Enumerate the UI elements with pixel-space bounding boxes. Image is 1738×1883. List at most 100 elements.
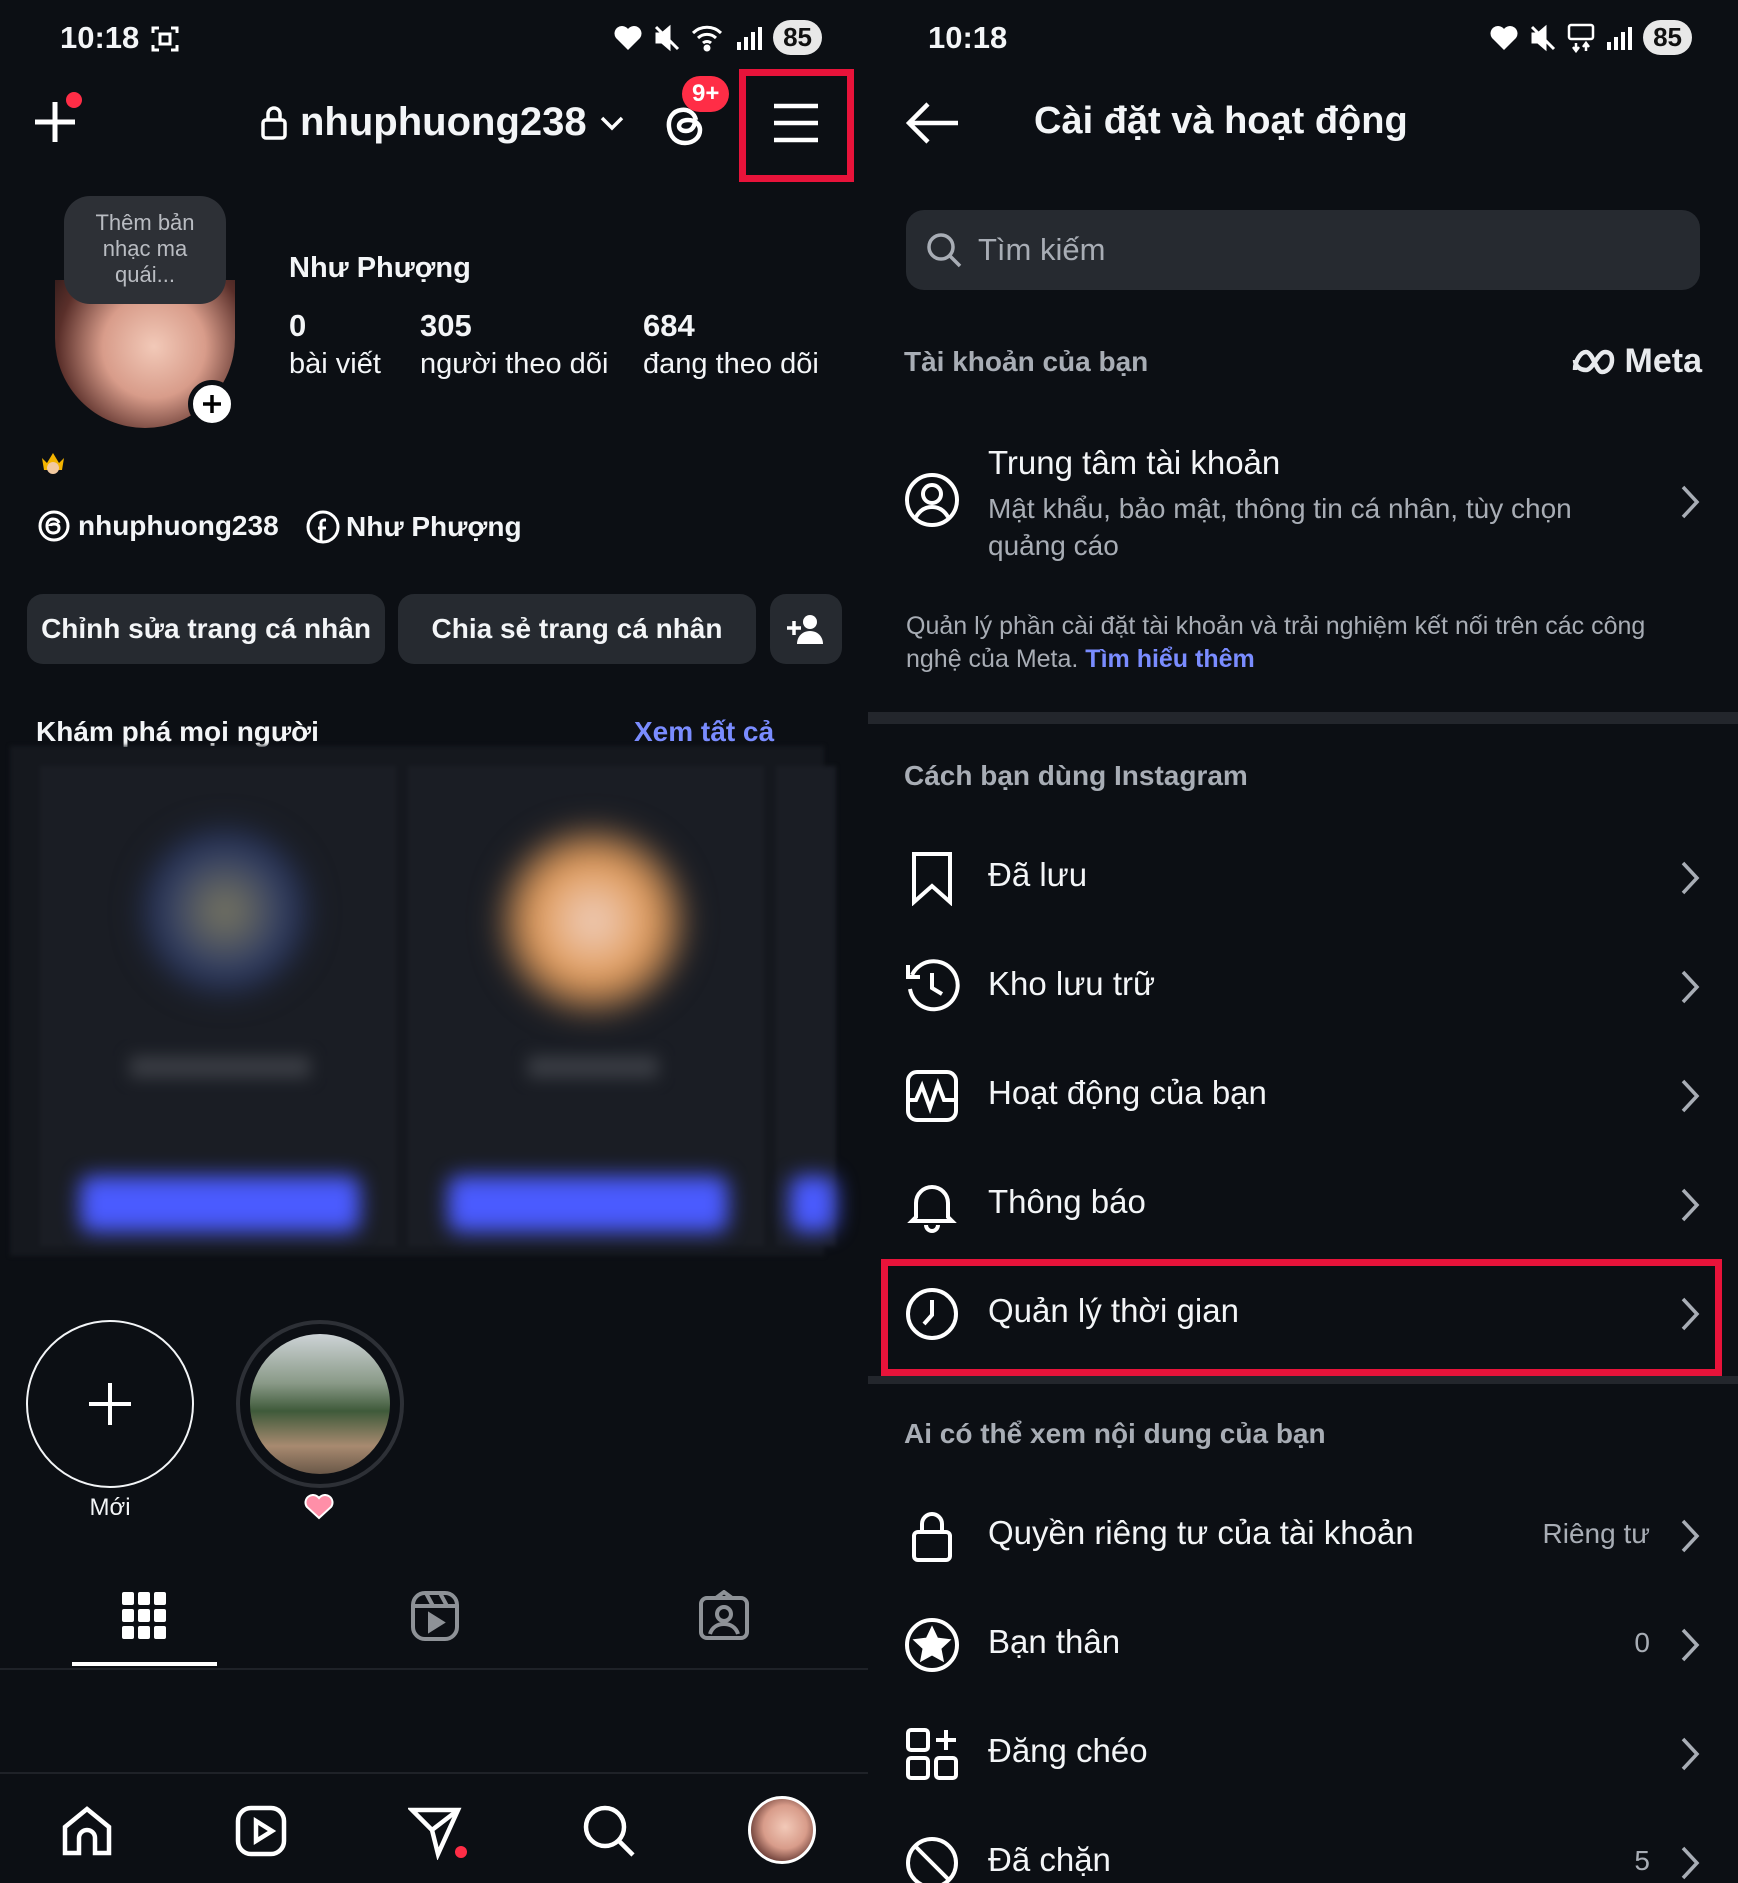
threads-button[interactable]: 9+ [660, 76, 730, 152]
facebook-name: Như Phượng [346, 511, 522, 542]
your-activity-row[interactable]: Hoạt động của bạn [868, 1042, 1738, 1150]
reels-icon [235, 1805, 287, 1857]
profile-screen: 10:18 85 nhuphuong238 9+ Thêm bản nhạc m… [0, 0, 868, 1883]
threads-icon [38, 510, 70, 542]
account-privacy-row[interactable]: Quyền riêng tư của tài khoản Riêng tư [868, 1482, 1738, 1590]
share-profile-button[interactable]: Chia sẻ trang cá nhân [398, 594, 756, 664]
story-highlight[interactable] [236, 1320, 404, 1488]
chevron-right-icon [1681, 861, 1700, 895]
reels-nav-tab[interactable] [234, 1804, 288, 1858]
tab-divider [0, 1668, 868, 1670]
blocked-row[interactable]: Đã chặn 5 [868, 1809, 1738, 1883]
chevron-right-icon [1681, 970, 1700, 1004]
menu-highlight-box [739, 69, 854, 182]
stat-label: người theo dõi [420, 348, 609, 380]
suggested-users-carousel[interactable] [10, 746, 836, 1256]
signal-icon [737, 26, 763, 50]
direct-message-icon [406, 1807, 467, 1861]
facebook-icon [306, 510, 340, 544]
messages-tab[interactable] [406, 1804, 468, 1861]
account-center-subtitle: Mật khẩu, bảo mật, thông tin cá nhân, tù… [988, 493, 1572, 561]
bookmark-icon [912, 852, 952, 906]
notification-dot [66, 92, 82, 108]
chevron-right-icon [1681, 1737, 1700, 1771]
add-story-button[interactable] [188, 380, 236, 428]
archive-row[interactable]: Kho lưu trữ [868, 933, 1738, 1041]
search-tab[interactable] [582, 1804, 636, 1858]
blocked-icon [906, 1837, 958, 1883]
create-button[interactable] [30, 92, 82, 146]
heart-icon [1490, 25, 1518, 50]
suggested-user-card[interactable] [776, 766, 836, 1246]
meta-icon [1572, 349, 1614, 374]
suggested-user-card[interactable] [40, 766, 396, 1246]
section-visibility: Ai có thể xem nội dung của bạn [904, 1418, 1326, 1449]
chevron-right-icon [1681, 1846, 1700, 1880]
mute-icon [1531, 24, 1556, 51]
chevron-right-icon [1681, 485, 1700, 519]
suggested-user-name [528, 1056, 658, 1078]
reels-icon [411, 1591, 459, 1641]
account-center-title: Trung tâm tài khoản [988, 444, 1281, 481]
row-label: Thông báo [988, 1183, 1146, 1220]
back-button[interactable] [905, 100, 960, 146]
heart-icon [614, 25, 642, 50]
signal-icon [1607, 26, 1633, 50]
stat-value: 305 [420, 308, 472, 343]
discover-people-button[interactable] [770, 594, 842, 664]
activity-icon [906, 1070, 958, 1122]
stat-value: 0 [289, 308, 307, 343]
5g-icon [1567, 23, 1595, 53]
active-tab-indicator [72, 1662, 217, 1666]
suggested-user-avatar [140, 826, 310, 996]
crossposting-row[interactable]: Đăng chéo [868, 1700, 1738, 1808]
chevron-right-icon [1681, 1079, 1700, 1113]
tagged-tab[interactable] [698, 1589, 750, 1642]
meta-label: Meta [1624, 342, 1702, 380]
header-username: nhuphuong238 [300, 100, 587, 144]
stat-following[interactable]: 684 đang theo dõi [643, 308, 819, 381]
stat-value: 684 [643, 308, 695, 343]
suggested-user-card[interactable] [408, 766, 764, 1246]
meta-logo: Meta [1571, 342, 1702, 381]
suggested-user-avatar [498, 826, 688, 1016]
close-friends-row[interactable]: Bạn thân 0 [868, 1591, 1738, 1699]
stat-followers[interactable]: 305 người theo dõi [420, 308, 608, 381]
status-time: 10:18 [928, 20, 1008, 55]
screenshot-icon [150, 24, 180, 54]
account-switcher[interactable]: nhuphuong238 [260, 100, 625, 145]
notifications-row[interactable]: Thông báo [868, 1151, 1738, 1259]
learn-more-link[interactable]: Tìm hiểu thêm [1085, 645, 1254, 673]
threads-link[interactable]: nhuphuong238 [38, 510, 279, 542]
profile-tab-avatar[interactable] [748, 1796, 816, 1864]
accounts-center-row[interactable]: Trung tâm tài khoản Mật khẩu, bảo mật, t… [868, 430, 1738, 570]
posts-grid-tab[interactable] [122, 1590, 166, 1642]
edit-profile-button[interactable]: Chỉnh sửa trang cá nhân [27, 594, 385, 664]
bell-icon [907, 1185, 957, 1233]
see-all-link[interactable]: Xem tất cả [634, 716, 774, 748]
lock-icon [261, 105, 287, 140]
follow-button[interactable] [80, 1176, 360, 1232]
meta-note: Quản lý phần cài đặt tài khoản và trải n… [906, 610, 1706, 676]
facebook-link[interactable]: Như Phượng [306, 510, 522, 544]
follow-button[interactable] [448, 1176, 728, 1232]
reels-tab[interactable] [410, 1590, 460, 1642]
row-label: Bạn thân [988, 1623, 1121, 1660]
profile-note[interactable]: Thêm bản nhạc ma quái... [64, 196, 226, 304]
tagged-icon [699, 1589, 749, 1640]
new-highlight-button[interactable] [26, 1320, 194, 1488]
saved-row[interactable]: Đã lưu [868, 824, 1738, 932]
back-arrow-icon [905, 102, 958, 144]
threads-badge: 9+ [682, 76, 730, 112]
search-input[interactable]: Tìm kiếm [906, 210, 1700, 290]
home-icon [62, 1806, 112, 1856]
section-usage: Cách bạn dùng Instagram [904, 760, 1248, 791]
archive-icon [906, 959, 960, 1012]
stat-label: bài viết [289, 348, 381, 380]
stat-posts[interactable]: 0 bài viết [289, 308, 381, 381]
follow-button[interactable] [790, 1176, 836, 1232]
row-label: Kho lưu trữ [988, 965, 1156, 1002]
status-time: 10:18 [60, 20, 140, 55]
home-tab[interactable] [60, 1804, 114, 1858]
account-center-icon [905, 473, 959, 527]
